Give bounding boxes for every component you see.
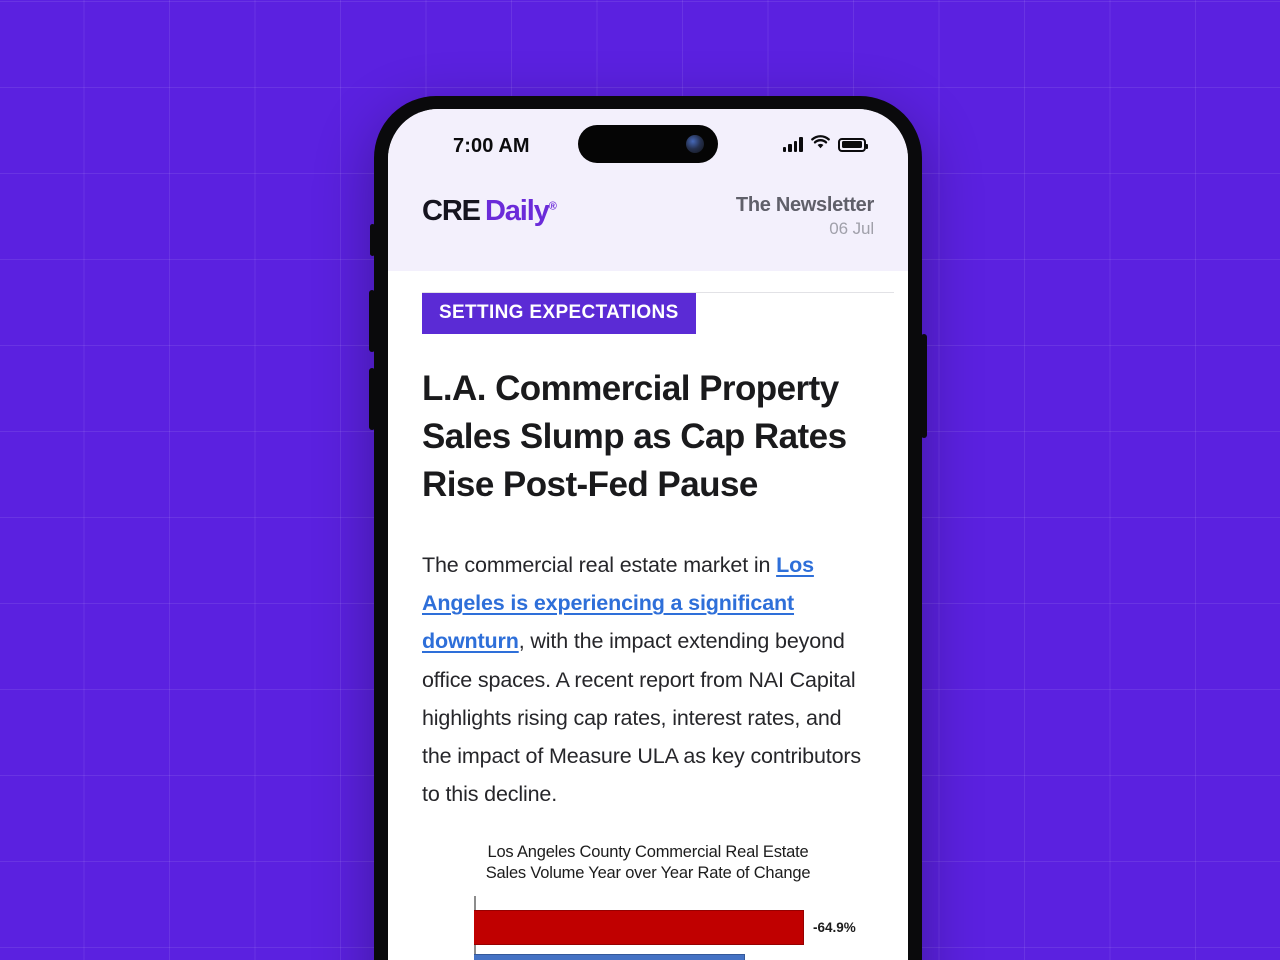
front-camera-icon <box>686 135 704 153</box>
cre-daily-logo[interactable]: CRE Daily® <box>422 197 557 226</box>
chart-plot-area: 2023 YTD/ 2022 -64.9%-53.4%-52.1% <box>426 895 870 960</box>
section-kicker-badge[interactable]: SETTING EXPECTATIONS <box>422 293 696 334</box>
paragraph-text-after-link: , with the impact extending beyond offic… <box>422 629 861 807</box>
newsletter-meta: The Newsletter 06 Jul <box>736 194 874 239</box>
phone-device-frame: 7:00 AM CRE Daily® The Newsletter 06 Jul… <box>369 96 927 960</box>
volume-up-button[interactable] <box>369 290 375 352</box>
cellular-signal-icon <box>782 137 803 152</box>
chart-bar-row: -64.9% <box>474 909 870 945</box>
article-body: SETTING EXPECTATIONS L.A. Commercial Pro… <box>388 271 908 960</box>
dynamic-island <box>578 125 718 163</box>
battery-icon <box>838 137 869 152</box>
newsletter-header: CRE Daily® The Newsletter 06 Jul <box>388 183 908 271</box>
chart-bar-row: -53.4% <box>474 953 870 960</box>
logo-text-daily: Daily <box>484 195 550 227</box>
newsletter-title: The Newsletter <box>735 194 874 216</box>
status-bar-time: 7:00 AM <box>453 135 530 157</box>
wifi-icon <box>811 135 830 154</box>
chart-bar <box>474 953 745 960</box>
newsletter-date: 06 Jul <box>829 219 874 238</box>
phone-screen: 7:00 AM CRE Daily® The Newsletter 06 Jul… <box>388 109 908 960</box>
chart-bar <box>474 909 804 945</box>
paragraph-text-before-link: The commercial real estate market in <box>422 552 777 577</box>
article-headline: L.A. Commercial Property Sales Slump as … <box>422 369 847 504</box>
chart-bar-value-label: -64.9% <box>813 919 856 935</box>
status-bar: 7:00 AM <box>388 109 908 183</box>
chart-title: Los Angeles County Commercial Real Estat… <box>485 842 811 882</box>
volume-down-button[interactable] <box>369 368 375 430</box>
status-bar-icons <box>782 135 869 154</box>
embedded-bar-chart: Los Angeles County Commercial Real Estat… <box>422 842 874 960</box>
article-paragraph: The commercial real estate market in Los… <box>422 546 874 814</box>
registered-trademark-icon: ® <box>548 200 557 213</box>
logo-text-cre: CRE <box>422 195 481 227</box>
chart-bars: -64.9%-53.4%-52.1% <box>474 896 870 960</box>
power-button[interactable] <box>921 334 927 438</box>
silence-switch[interactable] <box>370 224 375 256</box>
